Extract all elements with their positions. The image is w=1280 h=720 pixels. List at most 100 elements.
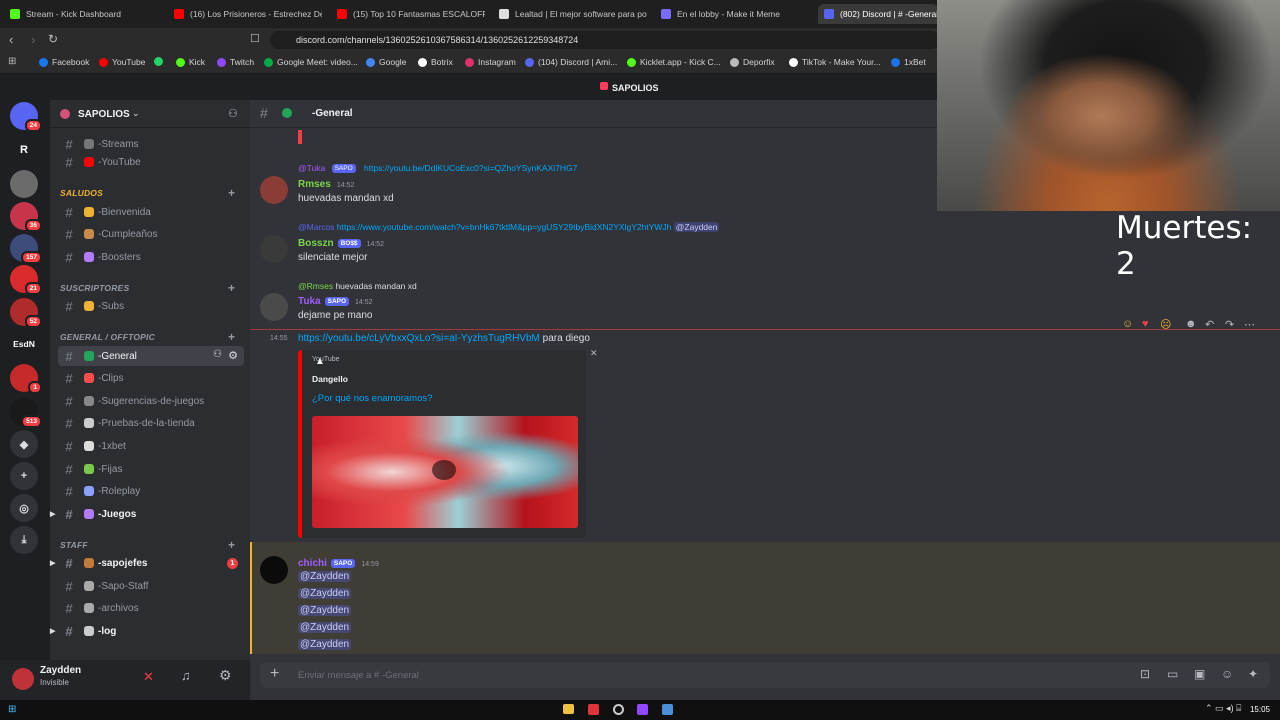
- bookmark[interactable]: Kicklet.app - Kick C...: [627, 57, 721, 67]
- channel-category[interactable]: SALUDOS +: [60, 186, 235, 200]
- windows-start-icon[interactable]: ⊞: [8, 704, 16, 715]
- bookmark[interactable]: Kick: [176, 57, 205, 67]
- channel-item[interactable]: # -Sugerencias-de-juegos: [58, 391, 244, 411]
- bookmark[interactable]: 1xBet: [891, 57, 926, 67]
- channel-item[interactable]: ▶ # -log: [50, 621, 244, 641]
- channel-item[interactable]: # -Streams: [58, 134, 244, 154]
- avatar[interactable]: [260, 235, 288, 263]
- channel-item[interactable]: # -Cumpleaños: [58, 224, 244, 244]
- bookmark[interactable]: YouTube: [99, 57, 145, 67]
- file-explorer-icon[interactable]: [563, 704, 574, 714]
- close-icon[interactable]: ✕: [590, 348, 598, 359]
- browser-tab[interactable]: Stream - Kick Dashboard: [10, 4, 160, 24]
- author-name[interactable]: chichi SAPO 14:59: [298, 558, 379, 569]
- server-icon[interactable]: 1: [10, 364, 42, 394]
- tray-icons[interactable]: ⌃ ▭ ◂) ⌸: [1205, 703, 1241, 714]
- add-server-icon[interactable]: +: [10, 462, 38, 490]
- reply-context[interactable]: @Rmses huevadas mandan xd: [298, 281, 417, 291]
- browser-tab[interactable]: (15) Top 10 Fantasmas ESCALOFRIAN: [337, 4, 485, 24]
- url-field[interactable]: discord.com/channels/1360252610367586314…: [270, 31, 940, 49]
- add-channel-icon[interactable]: +: [228, 330, 235, 344]
- server-icon[interactable]: 157: [10, 234, 42, 264]
- server-icon[interactable]: R: [10, 136, 38, 164]
- server-icon[interactable]: 52: [10, 298, 42, 328]
- channel-item[interactable]: # -Fijas: [58, 459, 244, 479]
- forward-icon[interactable]: ›: [31, 32, 35, 47]
- channel-item[interactable]: # -YouTube: [58, 152, 244, 172]
- bookmark[interactable]: Google: [366, 57, 406, 67]
- channel-item[interactable]: # -Bienvenida: [58, 202, 244, 222]
- bookmark[interactable]: Deporfix: [730, 57, 775, 67]
- app-icon[interactable]: [637, 704, 648, 715]
- bookmark[interactable]: Facebook: [39, 57, 89, 67]
- reply-context[interactable]: @Marcos https://www.youtube.com/watch?v=…: [298, 222, 720, 232]
- bookmark[interactable]: Twitch: [217, 57, 254, 67]
- explore-icon[interactable]: ◎: [10, 494, 38, 522]
- add-channel-icon[interactable]: +: [228, 538, 235, 552]
- apps-grid-icon[interactable]: ⊞: [8, 56, 16, 67]
- channel-item[interactable]: ▶ # -Juegos: [50, 504, 244, 524]
- channel-item[interactable]: # -Pruebas-de-la-tienda: [58, 413, 244, 433]
- reply-context[interactable]: @Tuka SAPO https://youtu.be/DdlKUCoExc0?…: [298, 163, 577, 174]
- bookmark[interactable]: Botrix: [418, 57, 453, 67]
- avatar[interactable]: [12, 668, 34, 690]
- author-name[interactable]: Rmses 14:52: [298, 179, 354, 190]
- avatar[interactable]: [260, 556, 288, 584]
- channel-item[interactable]: ▶ # -sapojefes 1: [50, 553, 244, 573]
- headphones-icon[interactable]: ♫: [181, 668, 191, 683]
- server-icon[interactable]: EsdN: [10, 330, 38, 358]
- channel-item[interactable]: # -Clips: [58, 368, 244, 388]
- emoji-icon[interactable]: ☺: [1221, 667, 1233, 681]
- steam-icon[interactable]: [662, 704, 673, 715]
- reload-icon[interactable]: ↻: [48, 32, 58, 46]
- channel-category[interactable]: STAFF +: [60, 538, 235, 552]
- add-channel-icon[interactable]: +: [228, 281, 235, 295]
- server-icon[interactable]: [10, 170, 38, 198]
- browser-tab-active[interactable]: (802) Discord | # -General: [818, 4, 938, 24]
- mic-muted-icon[interactable]: ✕: [143, 669, 154, 685]
- server-icon[interactable]: 36: [10, 202, 42, 232]
- bookmark[interactable]: Instagram: [465, 57, 516, 67]
- play-icon[interactable]: [432, 460, 456, 480]
- bookmark[interactable]: TikTok - Make Your...: [789, 57, 881, 67]
- browser-tab[interactable]: (16) Los Prisioneros - Estrechez De Co: [174, 4, 322, 24]
- channel-item[interactable]: # -Roleplay: [58, 481, 244, 501]
- channel-item[interactable]: # -Subs: [58, 296, 244, 316]
- avatar[interactable]: [260, 293, 288, 321]
- download-icon[interactable]: ⤓: [10, 526, 38, 554]
- brave-icon[interactable]: [588, 704, 599, 715]
- channel-item[interactable]: # -General ⚙ ⚇: [58, 346, 244, 366]
- bookmark[interactable]: Google Meet: video...: [264, 57, 358, 67]
- back-icon[interactable]: ‹: [9, 32, 13, 47]
- server-icon[interactable]: 513: [10, 398, 42, 428]
- video-thumbnail[interactable]: [312, 416, 578, 528]
- gear-icon[interactable]: ⚙: [228, 349, 238, 362]
- invite-icon[interactable]: ⚇: [213, 349, 222, 360]
- server-header[interactable]: SAPOLIOS ⌄ ⚇: [50, 100, 250, 128]
- channel-item[interactable]: # -1xbet: [58, 436, 244, 456]
- channel-category[interactable]: GENERAL / OFFTOPIC +: [60, 330, 235, 344]
- message-composer[interactable]: + Enviar mensaje a # -General ⊡ ▭ ▣ ☺ ✦: [260, 662, 1270, 688]
- apps-icon[interactable]: ✦: [1248, 667, 1258, 681]
- bookmark-icon[interactable]: ☐: [250, 32, 260, 45]
- bookmark[interactable]: (104) Discord | Ami...: [525, 57, 617, 67]
- obs-icon[interactable]: [613, 704, 624, 715]
- embed-author[interactable]: Dangello: [312, 374, 348, 384]
- avatar[interactable]: [260, 176, 288, 204]
- channel-item[interactable]: # -Sapo-Staff: [58, 576, 244, 596]
- gif-icon[interactable]: ▭: [1167, 667, 1178, 681]
- add-member-icon[interactable]: ⚇: [228, 107, 238, 120]
- embed-title[interactable]: ¿Por qué nos enamoramos?: [312, 393, 432, 404]
- add-channel-icon[interactable]: +: [228, 186, 235, 200]
- channel-item[interactable]: # -Boosters: [58, 247, 244, 267]
- browser-tab[interactable]: En el lobby - Make it Meme: [661, 4, 809, 24]
- bookmark[interactable]: [154, 57, 166, 66]
- channel-category[interactable]: SUSCRIPTORES +: [60, 281, 235, 295]
- server-icon[interactable]: 21: [10, 265, 42, 295]
- server-icon[interactable]: 24: [10, 102, 42, 132]
- channel-item[interactable]: # -archivos: [58, 598, 244, 618]
- browser-tab[interactable]: Lealtad | El mejor software para pote: [499, 4, 647, 24]
- author-name[interactable]: Tuka SAPO 14:52: [298, 296, 373, 307]
- gear-icon[interactable]: ⚙: [219, 667, 232, 684]
- sticker-icon[interactable]: ▣: [1194, 667, 1205, 681]
